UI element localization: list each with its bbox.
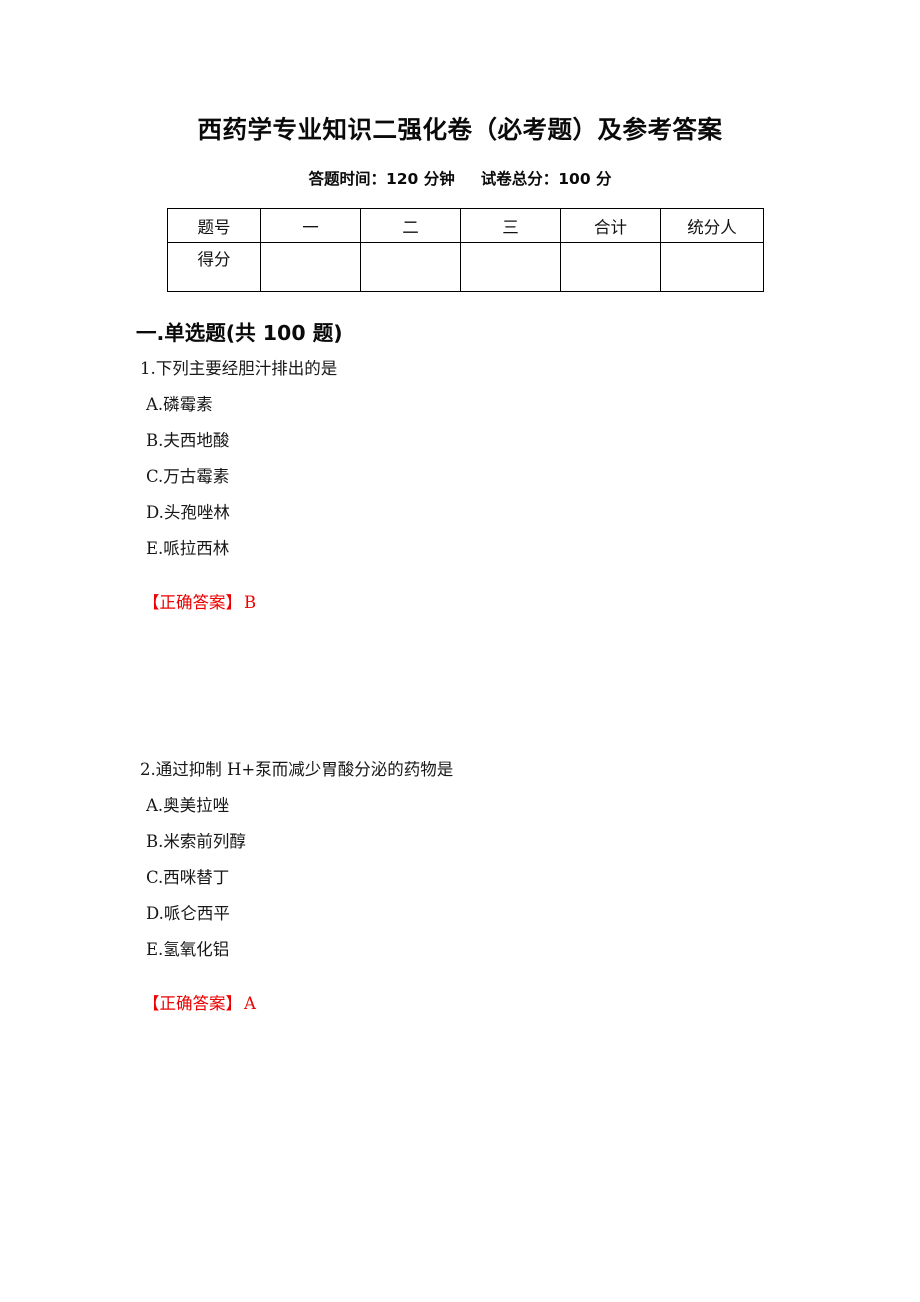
question-option[interactable]: C.万古霉素 (0, 468, 920, 504)
score-table-header-cell: 统分人 (660, 208, 764, 243)
section-heading-single-choice: 一.单选题(共 100 题) (136, 321, 343, 345)
correct-answer-value: B (244, 593, 257, 612)
score-table-header-cell: 合计 (560, 208, 661, 243)
correct-answer-line: 【正确答案】 A (0, 995, 920, 1013)
question-option[interactable]: E.氢氧化铝 (0, 941, 920, 977)
question-option[interactable]: A.磷霉素 (0, 396, 920, 432)
exam-paper-page: 西药学专业知识二强化卷（必考题）及参考答案 答题时间：120 分钟 试卷总分：10… (0, 0, 920, 1302)
question-option[interactable]: B.夫西地酸 (0, 432, 920, 468)
question-block: 2.通过抑制 H+泵而减少胃酸分泌的药物是 A.奥美拉唑 B.米索前列醇 C.西… (0, 761, 920, 1013)
score-table-header-cell: 二 (360, 208, 461, 243)
question-option[interactable]: B.米索前列醇 (0, 833, 920, 869)
score-table-header-cell: 三 (460, 208, 561, 243)
score-table-container: 题号 一 二 三 合计 统分人 得分 (167, 208, 764, 292)
correct-answer-tag: 【正确答案】 (143, 994, 242, 1013)
question-stem: 1.下列主要经胆汁排出的是 (140, 359, 338, 378)
question-spacer (0, 612, 920, 761)
score-cell[interactable] (560, 242, 661, 292)
question-option[interactable]: D.哌仑西平 (0, 905, 920, 941)
score-cell[interactable] (460, 242, 561, 292)
correct-answer-line: 【正确答案】 B (0, 594, 920, 612)
question-block: 1.下列主要经胆汁排出的是 A.磷霉素 B.夫西地酸 C.万古霉素 D.头孢唑林… (0, 360, 920, 612)
answer-time-label: 答题时间：120 分钟 (308, 170, 455, 188)
table-row: 得分 (167, 242, 764, 292)
score-cell[interactable] (660, 242, 764, 292)
exam-content: 一.单选题(共 100 题) 1.下列主要经胆汁排出的是 A.磷霉素 B.夫西地… (0, 318, 920, 1013)
score-table-header-cell: 一 (260, 208, 361, 243)
question-option[interactable]: C.西咪替丁 (0, 869, 920, 905)
correct-answer-value: A (244, 994, 256, 1013)
score-cell[interactable] (260, 242, 361, 292)
score-row-label: 得分 (167, 242, 261, 292)
question-stem: 2.通过抑制 H+泵而减少胃酸分泌的药物是 (140, 760, 454, 779)
score-cell[interactable] (360, 242, 461, 292)
correct-answer-tag: 【正确答案】 (143, 593, 242, 612)
question-option[interactable]: D.头孢唑林 (0, 504, 920, 540)
total-score-label: 试卷总分：100 分 (480, 170, 612, 188)
question-option[interactable]: E.哌拉西林 (0, 540, 920, 576)
score-table: 题号 一 二 三 合计 统分人 得分 (167, 208, 764, 292)
page-title: 西药学专业知识二强化卷（必考题）及参考答案 (197, 115, 723, 144)
exam-meta-line: 答题时间：120 分钟 试卷总分：100 分 (0, 167, 920, 191)
table-row: 题号 一 二 三 合计 统分人 (167, 208, 764, 243)
question-option[interactable]: A.奥美拉唑 (0, 797, 920, 833)
score-table-header-cell: 题号 (167, 208, 261, 243)
